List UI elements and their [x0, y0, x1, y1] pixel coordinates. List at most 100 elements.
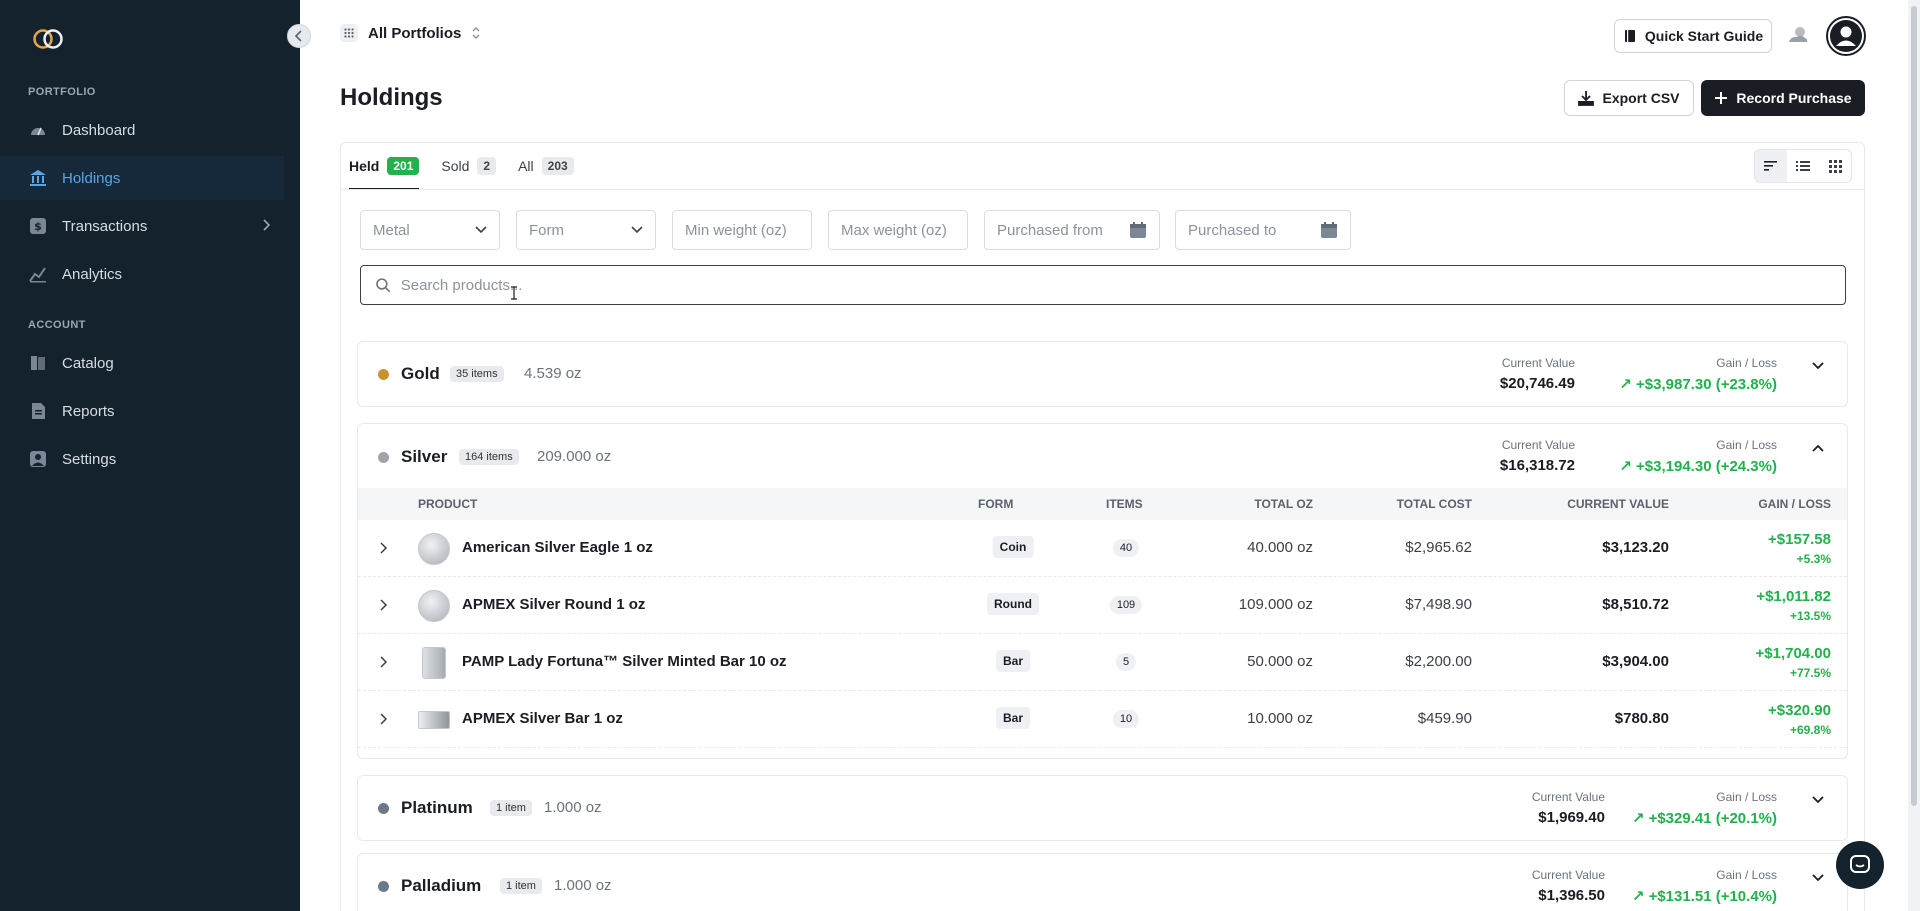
tab-sold[interactable]: Sold 2 — [441, 143, 497, 189]
chevron-right-icon[interactable] — [378, 713, 388, 725]
gain-loss-label: Gain / Loss — [1716, 868, 1777, 882]
group-name: Silver — [401, 447, 448, 466]
gain-loss: +$1,011.82 +13.5% — [1756, 588, 1831, 623]
sidebar-item-analytics[interactable]: Analytics — [0, 252, 284, 296]
gain-loss-label: Gain / Loss — [1716, 790, 1777, 804]
col-current-value[interactable]: CURRENT VALUE — [1567, 497, 1669, 511]
min-weight-input[interactable]: Min weight (oz) — [672, 210, 812, 250]
palladium-dot — [378, 881, 389, 892]
chat-icon — [1850, 855, 1870, 873]
silver-dot — [378, 452, 389, 463]
tab-label: Held — [349, 158, 380, 174]
chart-icon — [28, 264, 48, 284]
sidebar-item-label: Analytics — [62, 265, 123, 283]
search-icon — [376, 278, 391, 293]
purchased-to-input[interactable]: Purchased to — [1175, 210, 1351, 250]
col-items[interactable]: ITEMS — [1106, 497, 1143, 511]
group-palladium[interactable]: Palladium 1 item 1.000 oz Current Value … — [357, 853, 1848, 911]
sidebar-item-settings[interactable]: Settings — [0, 437, 284, 481]
total-oz: 10.000 oz — [1247, 710, 1313, 727]
bank-icon — [28, 168, 48, 188]
grid-view-button[interactable] — [1819, 150, 1851, 182]
chevron-down-icon[interactable] — [1811, 795, 1825, 805]
export-csv-button[interactable]: Export CSV — [1564, 80, 1694, 116]
chat-button[interactable] — [1836, 841, 1884, 889]
record-label: Record Purchase — [1736, 90, 1852, 106]
page-scrollbar[interactable] — [1908, 0, 1920, 911]
gain-loss: ↗ +$329.41 (+20.1%) — [1632, 809, 1777, 827]
user-icon — [1830, 20, 1862, 52]
download-icon — [1578, 91, 1595, 106]
logo-icon — [33, 29, 63, 49]
gain-loss: +$1,704.00 +77.5% — [1756, 645, 1832, 680]
avatar[interactable] — [1826, 16, 1866, 56]
chevron-right-icon[interactable] — [378, 656, 388, 668]
dollar-icon: $ — [28, 216, 48, 236]
product-thumbnail — [418, 533, 450, 565]
portfolio-selector[interactable]: All Portfolios — [340, 24, 481, 42]
form-select[interactable]: Form — [516, 210, 656, 250]
calendar-icon — [1130, 222, 1146, 238]
total-cost: $2,965.62 — [1405, 539, 1472, 556]
max-weight-placeholder: Max weight (oz) — [841, 221, 947, 239]
group-gold[interactable]: Gold 35 items 4.539 oz Current Value $20… — [357, 341, 1848, 407]
table-row[interactable]: American Silver Eagle 1 oz Coin 40 40.00… — [358, 520, 1847, 577]
scrollbar-thumb[interactable] — [1911, 6, 1917, 806]
product-name: APMEX Silver Bar 1 oz — [462, 710, 623, 727]
theme-toggle-icon[interactable] — [1786, 24, 1810, 48]
gain-pct: +77.5% — [1789, 666, 1831, 680]
col-gain-loss[interactable]: GAIN / LOSS — [1758, 497, 1831, 511]
sidebar-item-label: Catalog — [62, 354, 114, 372]
tabs-divider — [341, 189, 1864, 190]
gain-loss-value: +$131.51 (+10.4%) — [1648, 888, 1777, 905]
current-value-label: Current Value — [1531, 868, 1605, 882]
group-name: Gold — [401, 364, 440, 383]
table-row[interactable]: PAMP Lady Fortuna™ Silver Minted Bar 10 … — [358, 634, 1847, 691]
sidebar-item-holdings[interactable]: Holdings — [0, 156, 284, 200]
search-input[interactable] — [400, 276, 1831, 294]
gain-loss-value: +$329.41 (+20.1%) — [1648, 810, 1777, 827]
purchased-from-input[interactable]: Purchased from — [984, 210, 1160, 250]
col-product[interactable]: PRODUCT — [418, 497, 477, 511]
tab-held[interactable]: Held 201 — [349, 143, 420, 190]
gain-loss-value: +$3,194.30 (+24.3%) — [1636, 458, 1777, 475]
chevron-right-icon — [263, 219, 271, 231]
item-count-badge: 35 items — [450, 366, 504, 382]
product-name: APMEX Silver Round 1 oz — [462, 596, 646, 613]
tab-all[interactable]: All 203 — [518, 143, 574, 189]
chevron-down-icon[interactable] — [1811, 873, 1825, 883]
form-placeholder: Form — [529, 221, 564, 239]
col-total-cost[interactable]: TOTAL COST — [1397, 497, 1472, 511]
table-row[interactable]: APMEX Silver Round 1 oz Round 109 109.00… — [358, 577, 1847, 634]
col-form[interactable]: FORM — [978, 497, 1013, 511]
record-purchase-button[interactable]: Record Purchase — [1701, 80, 1865, 116]
collapse-sidebar-button[interactable] — [287, 24, 311, 48]
current-value-label: Current Value — [1501, 438, 1575, 452]
sidebar-item-transactions[interactable]: $ Transactions — [0, 204, 284, 248]
table-row[interactable]: APMEX Silver Bar 1 oz Bar 10 10.000 oz $… — [358, 691, 1847, 748]
chevron-up-icon[interactable] — [1811, 443, 1825, 453]
metal-select[interactable]: Metal — [360, 210, 500, 250]
gain-value: +$320.90 — [1768, 702, 1831, 719]
quick-start-button[interactable]: Quick Start Guide — [1614, 19, 1772, 53]
chevron-down-icon[interactable] — [1811, 361, 1825, 371]
chevron-right-icon[interactable] — [378, 542, 388, 554]
gain-pct: +13.5% — [1789, 609, 1831, 623]
group-name: Palladium — [401, 876, 482, 895]
gain-loss: +$157.58 +5.3% — [1768, 531, 1831, 566]
col-total-oz[interactable]: TOTAL OZ — [1254, 497, 1313, 511]
user-icon — [28, 449, 48, 469]
chevron-right-icon[interactable] — [378, 599, 388, 611]
sidebar-item-catalog[interactable]: Catalog — [0, 341, 284, 385]
list-view-button[interactable] — [1787, 150, 1819, 182]
sort-view-button[interactable] — [1755, 150, 1787, 182]
min-weight-placeholder: Min weight (oz) — [685, 221, 787, 239]
items-badge: 5 — [1115, 653, 1137, 671]
total-cost: $7,498.90 — [1405, 596, 1472, 613]
silver-header[interactable]: Silver 164 items 209.000 oz Current Valu… — [358, 424, 1847, 488]
purchased-from-placeholder: Purchased from — [997, 221, 1103, 239]
max-weight-input[interactable]: Max weight (oz) — [828, 210, 968, 250]
sidebar-item-dashboard[interactable]: Dashboard — [0, 108, 284, 152]
sidebar-item-reports[interactable]: Reports — [0, 389, 284, 433]
group-platinum[interactable]: Platinum 1 item 1.000 oz Current Value $… — [357, 775, 1848, 841]
